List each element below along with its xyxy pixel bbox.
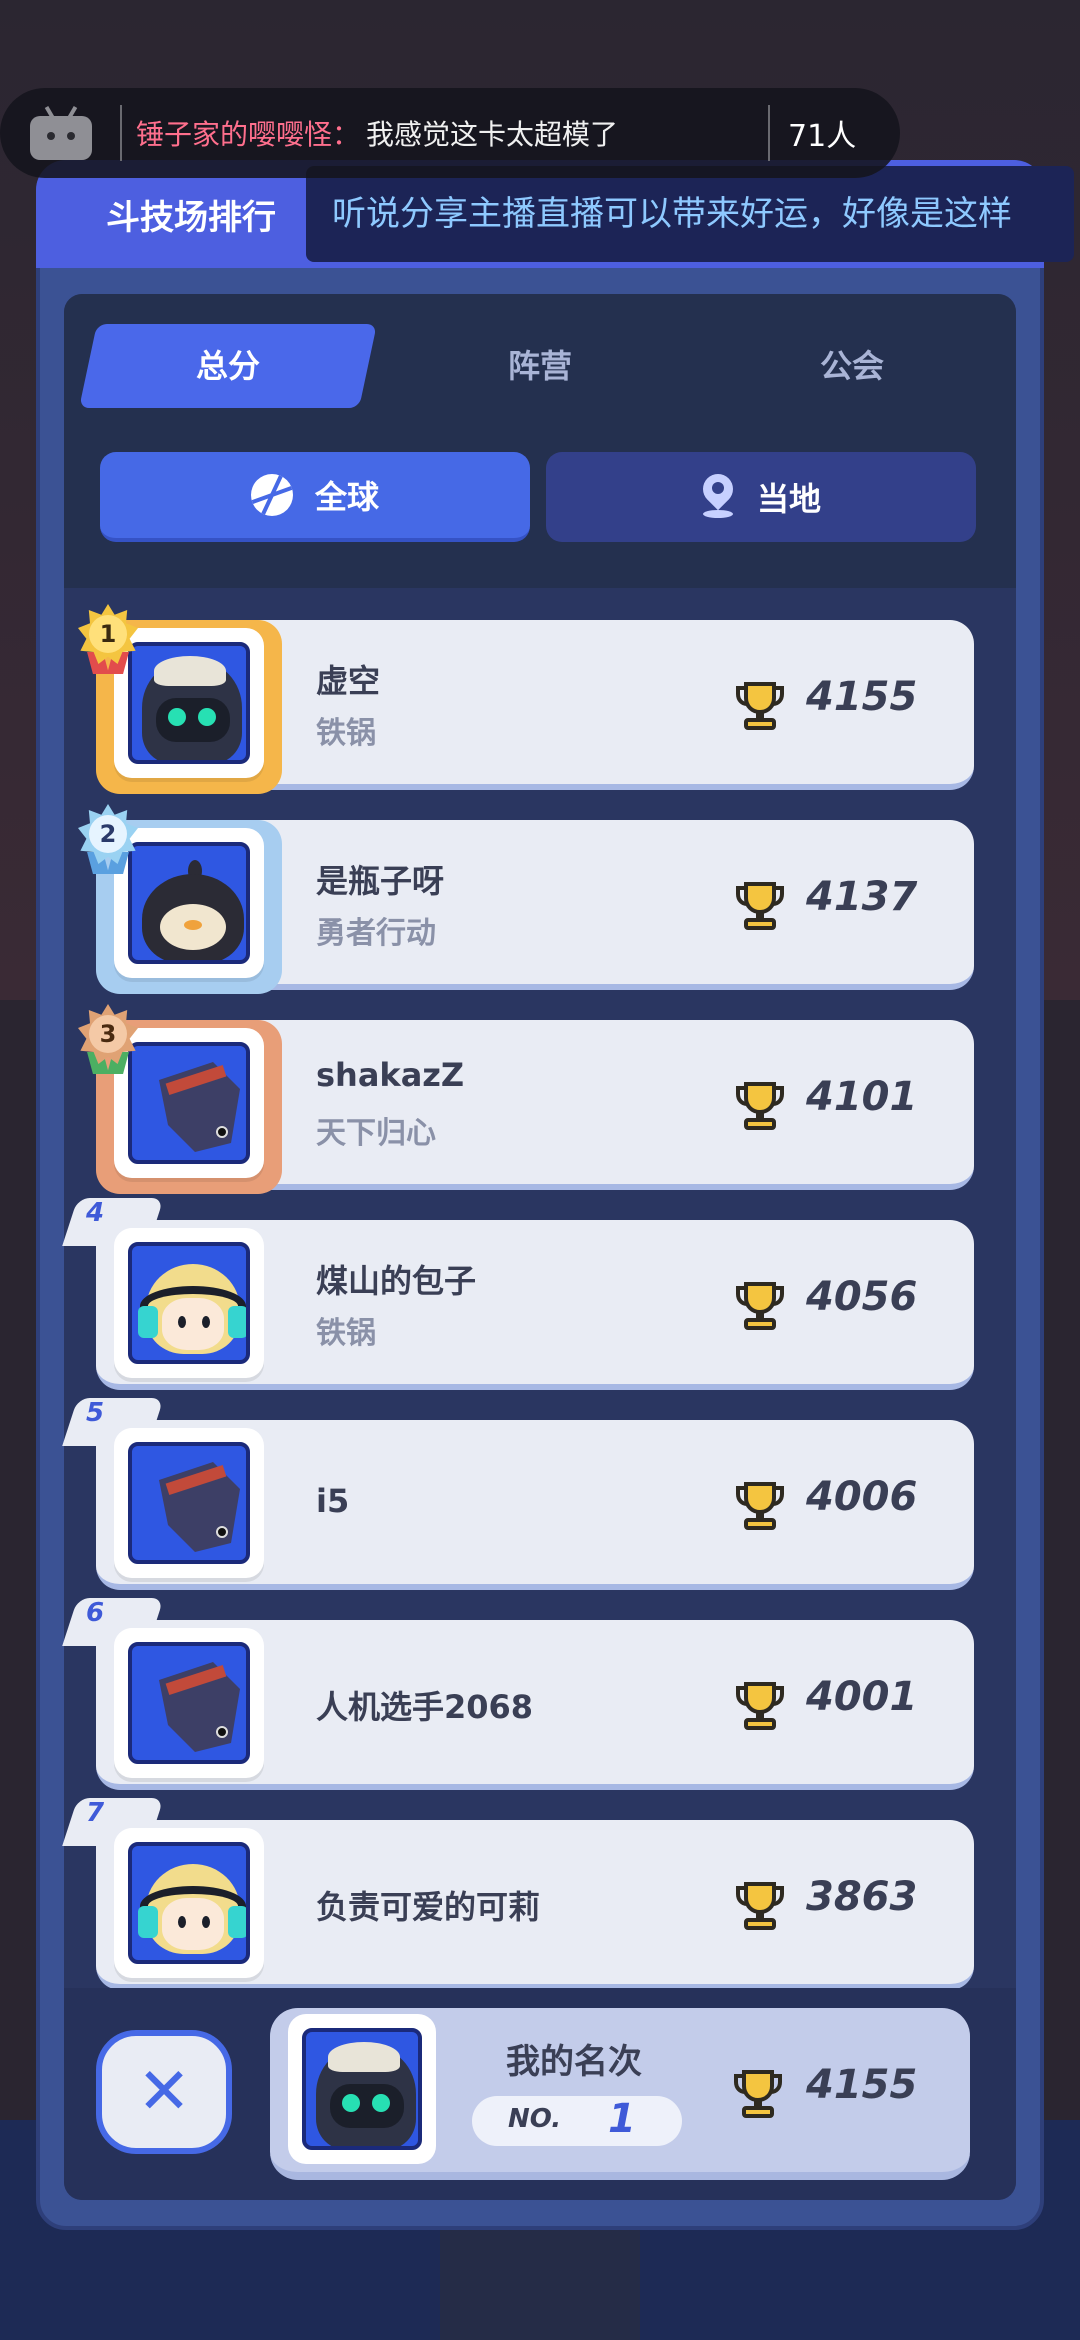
my-rank-card[interactable]: 我的名次 NO. 1 4155 bbox=[270, 2008, 970, 2180]
danmaku-username: 锤子家的嘤嘤怪： bbox=[136, 118, 361, 151]
location-pin-icon bbox=[696, 467, 740, 520]
player-name: 是瓶子呀 bbox=[316, 862, 445, 900]
rank-row[interactable]: 1 虚空 铁锅 4155 bbox=[78, 604, 974, 794]
player-name: 负责可爱的可莉 bbox=[316, 1888, 541, 1926]
guild-name: 勇者行动 bbox=[316, 916, 436, 951]
avatar bbox=[128, 1242, 250, 1364]
avatar-box bbox=[288, 2014, 436, 2164]
avatar bbox=[128, 1842, 250, 1964]
trophy-icon bbox=[732, 1678, 788, 1738]
scope-local-label: 当地 bbox=[756, 480, 821, 518]
my-rank-label: 我的名次 bbox=[506, 2042, 642, 2082]
trophy-icon bbox=[732, 1478, 788, 1538]
guild-name: 天下归心 bbox=[316, 1116, 436, 1151]
avatar-box bbox=[114, 1228, 264, 1378]
close-button[interactable]: ✕ bbox=[96, 2030, 232, 2154]
score-value: 4056 bbox=[806, 1274, 918, 1320]
page-title: 斗技场排行 bbox=[106, 198, 276, 238]
my-score-value: 4155 bbox=[806, 2062, 918, 2108]
score-value: 4137 bbox=[806, 874, 918, 920]
tab-faction[interactable]: 阵营 bbox=[408, 324, 672, 408]
player-name: 虚空 bbox=[316, 662, 381, 700]
player-name: shakazZ bbox=[316, 1056, 465, 1094]
rank-row[interactable]: 7 负责可爱的可莉 3863 bbox=[62, 1798, 974, 1994]
trophy-icon bbox=[732, 878, 788, 938]
trophy-icon bbox=[730, 2066, 786, 2126]
score-value: 4101 bbox=[806, 1074, 918, 1120]
silver-medal-icon: 2 bbox=[76, 802, 140, 874]
player-name: 煤山的包子 bbox=[316, 1262, 477, 1300]
rank-pill: NO. 1 bbox=[472, 2096, 682, 2146]
score-value: 4155 bbox=[806, 674, 918, 720]
danmaku-bar: 锤子家的嘤嘤怪： 我感觉这卡太超模了 71人 bbox=[0, 88, 900, 178]
bronze-medal-icon: 3 bbox=[76, 1002, 140, 1074]
rank-number: 4 bbox=[86, 1198, 105, 1228]
avatar bbox=[128, 1042, 250, 1164]
guild-name: 铁锅 bbox=[316, 1316, 376, 1351]
avatar-box bbox=[114, 1828, 264, 1978]
scope-global-label: 全球 bbox=[314, 478, 379, 516]
globe-icon bbox=[250, 474, 293, 516]
rank-number: 2 bbox=[89, 815, 127, 853]
rank-number: 6 bbox=[86, 1598, 105, 1628]
avatar bbox=[128, 842, 250, 964]
my-rank-number: 1 bbox=[608, 2096, 636, 2142]
rank-number: 5 bbox=[86, 1398, 105, 1428]
player-name: 人机选手2068 bbox=[316, 1688, 534, 1726]
avatar-box bbox=[114, 1428, 264, 1578]
rank-row[interactable]: 5 i5 4006 bbox=[62, 1398, 974, 1594]
scope-local-button[interactable]: 当地 bbox=[546, 452, 976, 542]
avatar bbox=[128, 1442, 250, 1564]
trophy-icon bbox=[732, 1878, 788, 1938]
guild-name: 铁锅 bbox=[316, 716, 376, 751]
avatar bbox=[128, 1642, 250, 1764]
close-icon: ✕ bbox=[137, 2055, 191, 2129]
scope-global-button[interactable]: 全球 bbox=[100, 452, 530, 542]
tab-guild[interactable]: 公会 bbox=[720, 324, 984, 408]
score-value: 4006 bbox=[806, 1474, 918, 1520]
score-value: 4001 bbox=[806, 1674, 918, 1720]
rank-prefix: NO. bbox=[508, 2104, 562, 2134]
bilibili-tv-icon[interactable] bbox=[30, 105, 92, 160]
rank-number: 1 bbox=[89, 615, 127, 653]
trophy-icon bbox=[732, 1278, 788, 1338]
rank-number: 3 bbox=[89, 1015, 127, 1053]
broadcast-banner: 听说分享主播直播可以带来好运，好像是这样 bbox=[306, 166, 1074, 262]
avatar-box bbox=[114, 1628, 264, 1778]
divider bbox=[120, 105, 122, 161]
danmaku-message: 我感觉这卡太超模了 bbox=[366, 118, 619, 151]
divider bbox=[768, 105, 771, 161]
trophy-icon bbox=[732, 678, 788, 738]
rank-row[interactable]: 6 人机选手2068 4001 bbox=[62, 1598, 974, 1794]
player-name: i5 bbox=[316, 1482, 350, 1520]
avatar bbox=[128, 642, 250, 764]
trophy-icon bbox=[732, 1078, 788, 1138]
rank-number: 7 bbox=[86, 1798, 105, 1828]
avatar bbox=[302, 2028, 422, 2150]
rank-row[interactable]: 4 煤山的包子 铁锅 4056 bbox=[62, 1198, 974, 1394]
score-value: 3863 bbox=[806, 1874, 918, 1920]
viewer-count: 71人 bbox=[788, 119, 857, 154]
rank-row[interactable]: 3 shakazZ 天下归心 4101 bbox=[78, 1004, 974, 1194]
gold-medal-icon: 1 bbox=[76, 602, 140, 674]
tab-total-score[interactable]: 总分 bbox=[96, 324, 360, 408]
rank-row[interactable]: 2 是瓶子呀 勇者行动 4137 bbox=[78, 804, 974, 994]
